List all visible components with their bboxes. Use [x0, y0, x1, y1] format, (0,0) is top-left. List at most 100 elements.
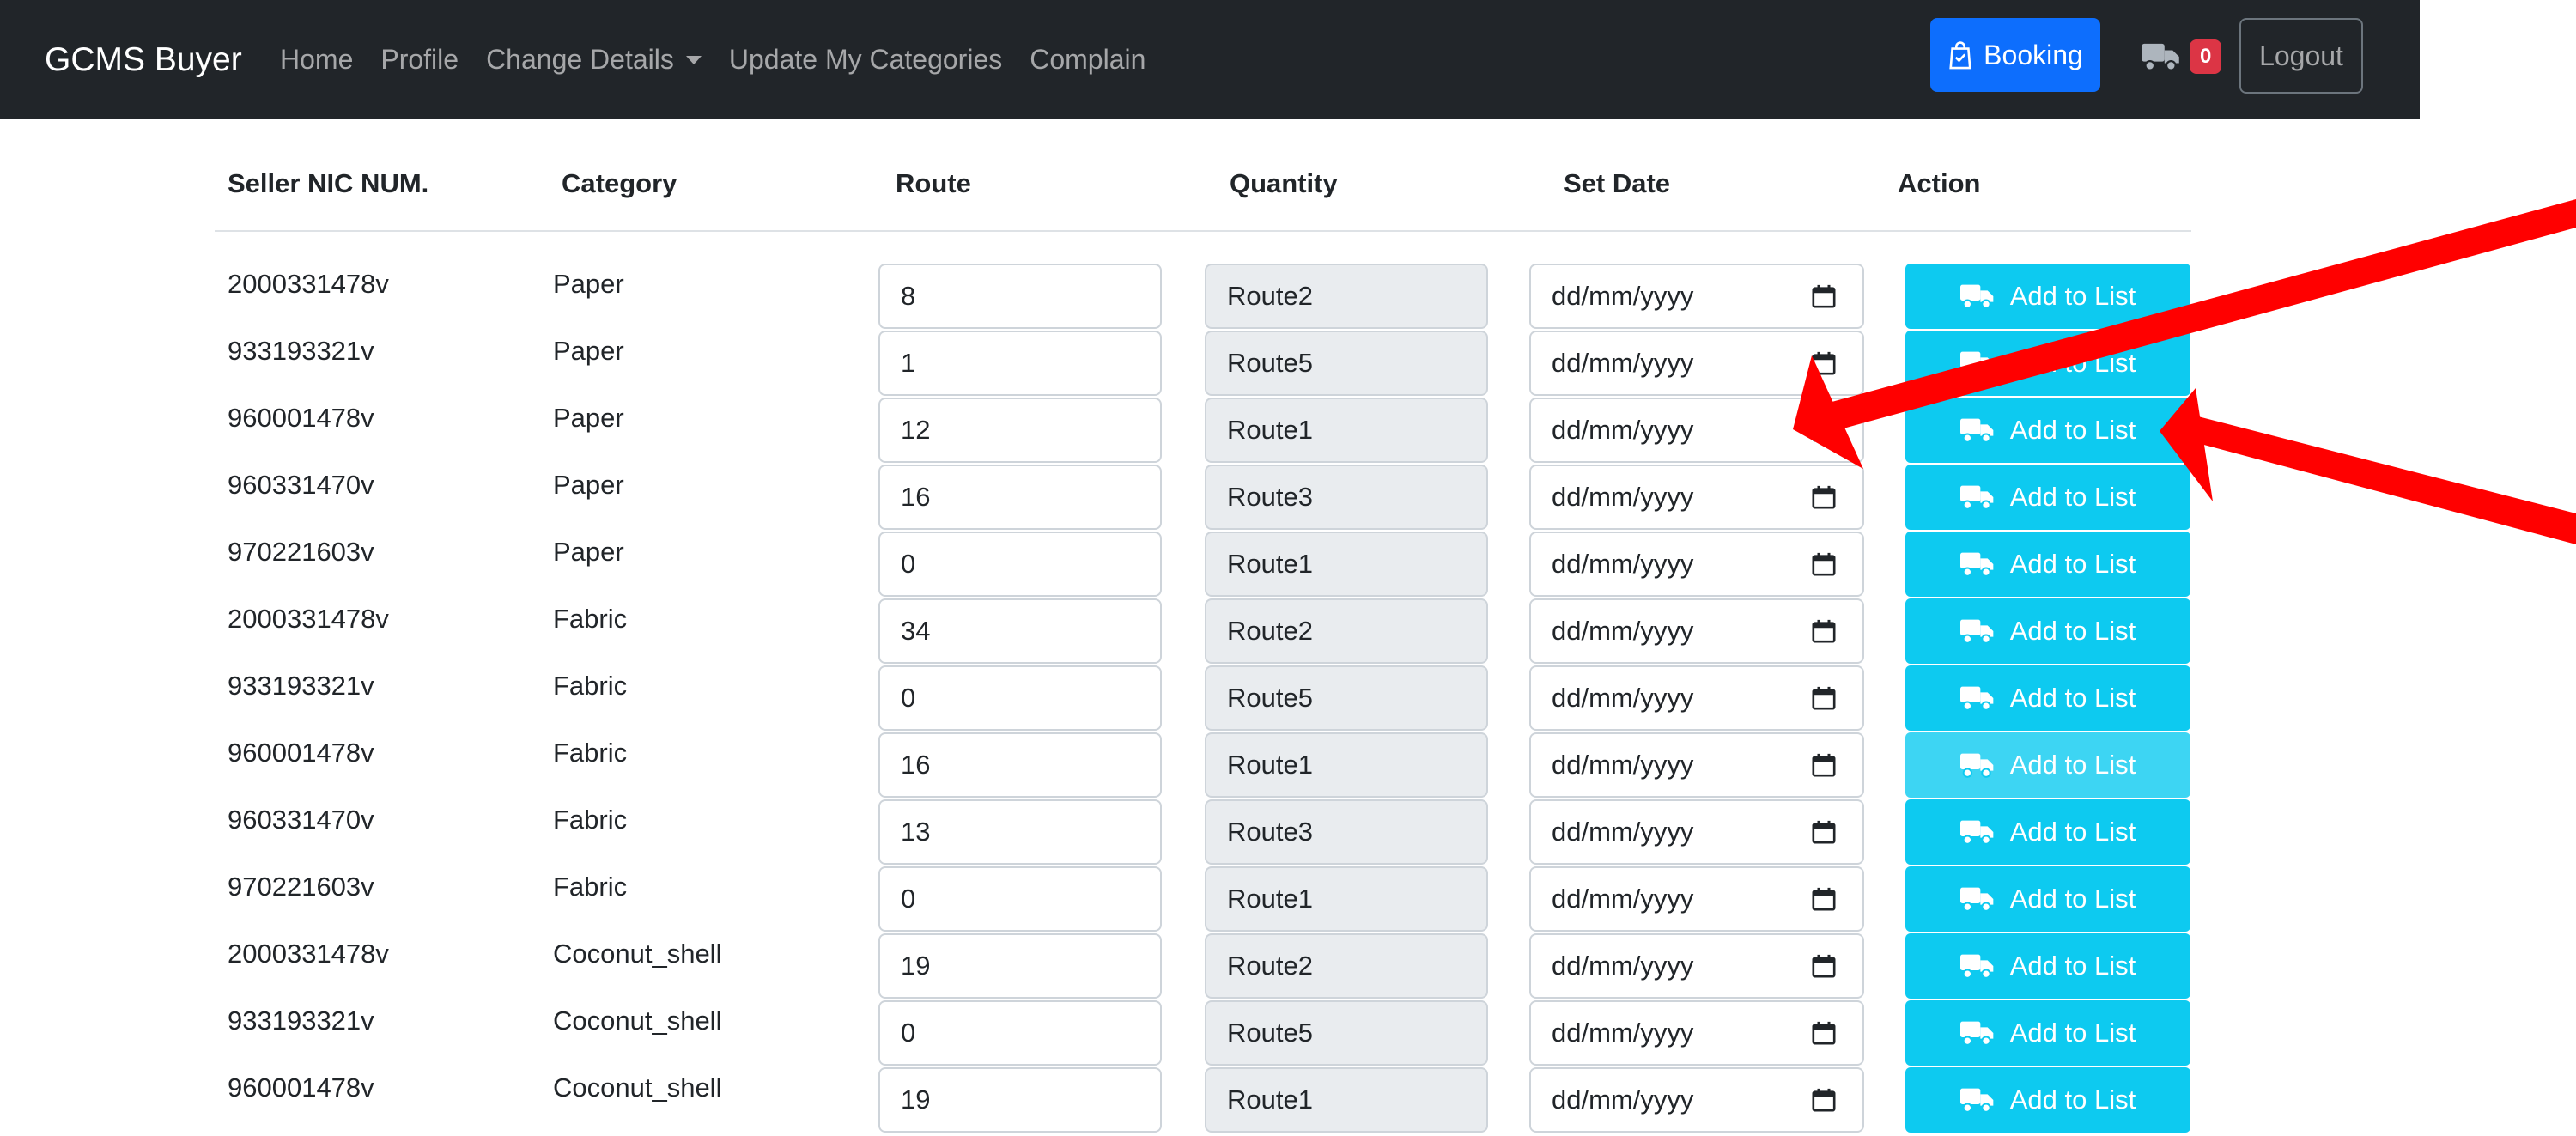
quantity-input[interactable] [878, 331, 1162, 396]
quantity-input[interactable] [878, 732, 1162, 798]
date-input[interactable]: dd/mm/yyyy [1529, 264, 1864, 329]
quantity-input[interactable] [878, 799, 1162, 865]
date-placeholder: dd/mm/yyyy [1552, 683, 1694, 713]
quantity-input[interactable] [878, 264, 1162, 329]
route-input [1205, 598, 1488, 664]
booking-label: Booking [1984, 39, 2083, 70]
date-input[interactable]: dd/mm/yyyy [1529, 665, 1864, 731]
quantity-input[interactable] [878, 465, 1162, 530]
category-cell: Fabric [553, 805, 628, 835]
category-cell: Fabric [553, 738, 628, 768]
calendar-icon [1812, 284, 1836, 308]
add-to-list-button[interactable]: Add to List [1905, 665, 2190, 731]
date-input[interactable]: dd/mm/yyyy [1529, 1000, 1864, 1066]
truck-icon [1959, 686, 1994, 711]
category-cell: Coconut_shell [553, 939, 722, 969]
add-to-list-button[interactable]: Add to List [1905, 598, 2190, 664]
category-cell: Paper [553, 403, 624, 433]
header-set-date: Set Date [1564, 168, 1671, 198]
date-placeholder: dd/mm/yyyy [1552, 482, 1694, 512]
add-to-list-button[interactable]: Add to List [1905, 398, 2190, 463]
date-input[interactable]: dd/mm/yyyy [1529, 866, 1864, 932]
route-input [1205, 866, 1488, 932]
date-input[interactable]: dd/mm/yyyy [1529, 732, 1864, 798]
seller-nic-cell: 960331470v [228, 805, 374, 835]
date-input[interactable]: dd/mm/yyyy [1529, 799, 1864, 865]
booking-button[interactable]: Booking [1930, 18, 2100, 92]
nav-complain[interactable]: Complain [1030, 44, 1145, 76]
calendar-icon [1812, 552, 1836, 576]
add-to-list-button[interactable]: Add to List [1905, 1000, 2190, 1066]
add-to-list-label: Add to List [2009, 951, 2136, 981]
add-to-list-button[interactable]: Add to List [1905, 732, 2190, 798]
add-to-list-label: Add to List [2009, 1084, 2136, 1115]
route-input [1205, 732, 1488, 798]
calendar-icon [1812, 887, 1836, 911]
add-to-list-label: Add to List [2009, 415, 2136, 445]
seller-nic-cell: 960001478v [228, 403, 374, 433]
cart-count-badge: 0 [2190, 39, 2222, 74]
nav-profile[interactable]: Profile [380, 44, 459, 76]
category-cell: Fabric [553, 872, 628, 902]
add-to-list-button[interactable]: Add to List [1905, 866, 2190, 932]
nav-links: Home Profile Change Details Update My Ca… [280, 0, 1173, 119]
add-to-list-button[interactable]: Add to List [1905, 1067, 2190, 1133]
add-to-list-button[interactable]: Add to List [1905, 465, 2190, 530]
date-input[interactable]: dd/mm/yyyy [1529, 331, 1864, 396]
add-to-list-label: Add to List [2009, 616, 2136, 646]
seller-nic-cell: 970221603v [228, 537, 374, 567]
truck-icon [1959, 887, 1994, 912]
date-placeholder: dd/mm/yyyy [1552, 616, 1694, 646]
calendar-icon [1812, 753, 1836, 777]
add-to-list-button[interactable]: Add to List [1905, 264, 2190, 329]
route-input [1205, 264, 1488, 329]
add-to-list-label: Add to List [2009, 348, 2136, 378]
date-input[interactable]: dd/mm/yyyy [1529, 398, 1864, 463]
add-to-list-button[interactable]: Add to List [1905, 799, 2190, 865]
category-cell: Paper [553, 470, 624, 500]
date-input[interactable]: dd/mm/yyyy [1529, 1067, 1864, 1133]
route-input [1205, 331, 1488, 396]
logout-button[interactable]: Logout [2239, 18, 2363, 94]
quantity-input[interactable] [878, 532, 1162, 597]
date-placeholder: dd/mm/yyyy [1552, 884, 1694, 914]
add-to-list-button[interactable]: Add to List [1905, 933, 2190, 999]
quantity-input[interactable] [878, 665, 1162, 731]
category-cell: Coconut_shell [553, 1005, 722, 1036]
date-placeholder: dd/mm/yyyy [1552, 951, 1694, 981]
add-to-list-button[interactable]: Add to List [1905, 532, 2190, 597]
brand[interactable]: GCMS Buyer [45, 0, 242, 119]
date-input[interactable]: dd/mm/yyyy [1529, 532, 1864, 597]
date-placeholder: dd/mm/yyyy [1552, 348, 1694, 378]
nav-home[interactable]: Home [280, 44, 353, 76]
add-to-list-button[interactable]: Add to List [1905, 331, 2190, 396]
route-input [1205, 933, 1488, 999]
quantity-input[interactable] [878, 598, 1162, 664]
seller-nic-cell: 960331470v [228, 470, 374, 500]
date-input[interactable]: dd/mm/yyyy [1529, 933, 1864, 999]
quantity-input[interactable] [878, 1000, 1162, 1066]
quantity-input[interactable] [878, 933, 1162, 999]
calendar-icon [1812, 954, 1836, 978]
truck-icon [1959, 485, 1994, 510]
truck-icon [2142, 43, 2179, 71]
truck-icon [1959, 1088, 1994, 1113]
add-to-list-label: Add to List [2009, 817, 2136, 847]
route-input [1205, 665, 1488, 731]
date-input[interactable]: dd/mm/yyyy [1529, 598, 1864, 664]
calendar-icon [1812, 1021, 1836, 1045]
nav-change-details-dropdown[interactable]: Change Details [486, 44, 702, 76]
quantity-input[interactable] [878, 398, 1162, 463]
nav-update-categories[interactable]: Update My Categories [729, 44, 1002, 76]
calendar-icon [1812, 485, 1836, 509]
seller-nic-cell: 2000331478v [228, 604, 389, 634]
date-placeholder: dd/mm/yyyy [1552, 817, 1694, 847]
date-input[interactable]: dd/mm/yyyy [1529, 465, 1864, 530]
quantity-input[interactable] [878, 866, 1162, 932]
add-to-list-label: Add to List [2009, 281, 2136, 311]
truck-icon [1959, 1021, 1994, 1046]
cart-indicator[interactable]: 0 [2142, 33, 2222, 81]
quantity-input[interactable] [878, 1067, 1162, 1133]
add-to-list-label: Add to List [2009, 683, 2136, 713]
truck-icon [1959, 619, 1994, 644]
